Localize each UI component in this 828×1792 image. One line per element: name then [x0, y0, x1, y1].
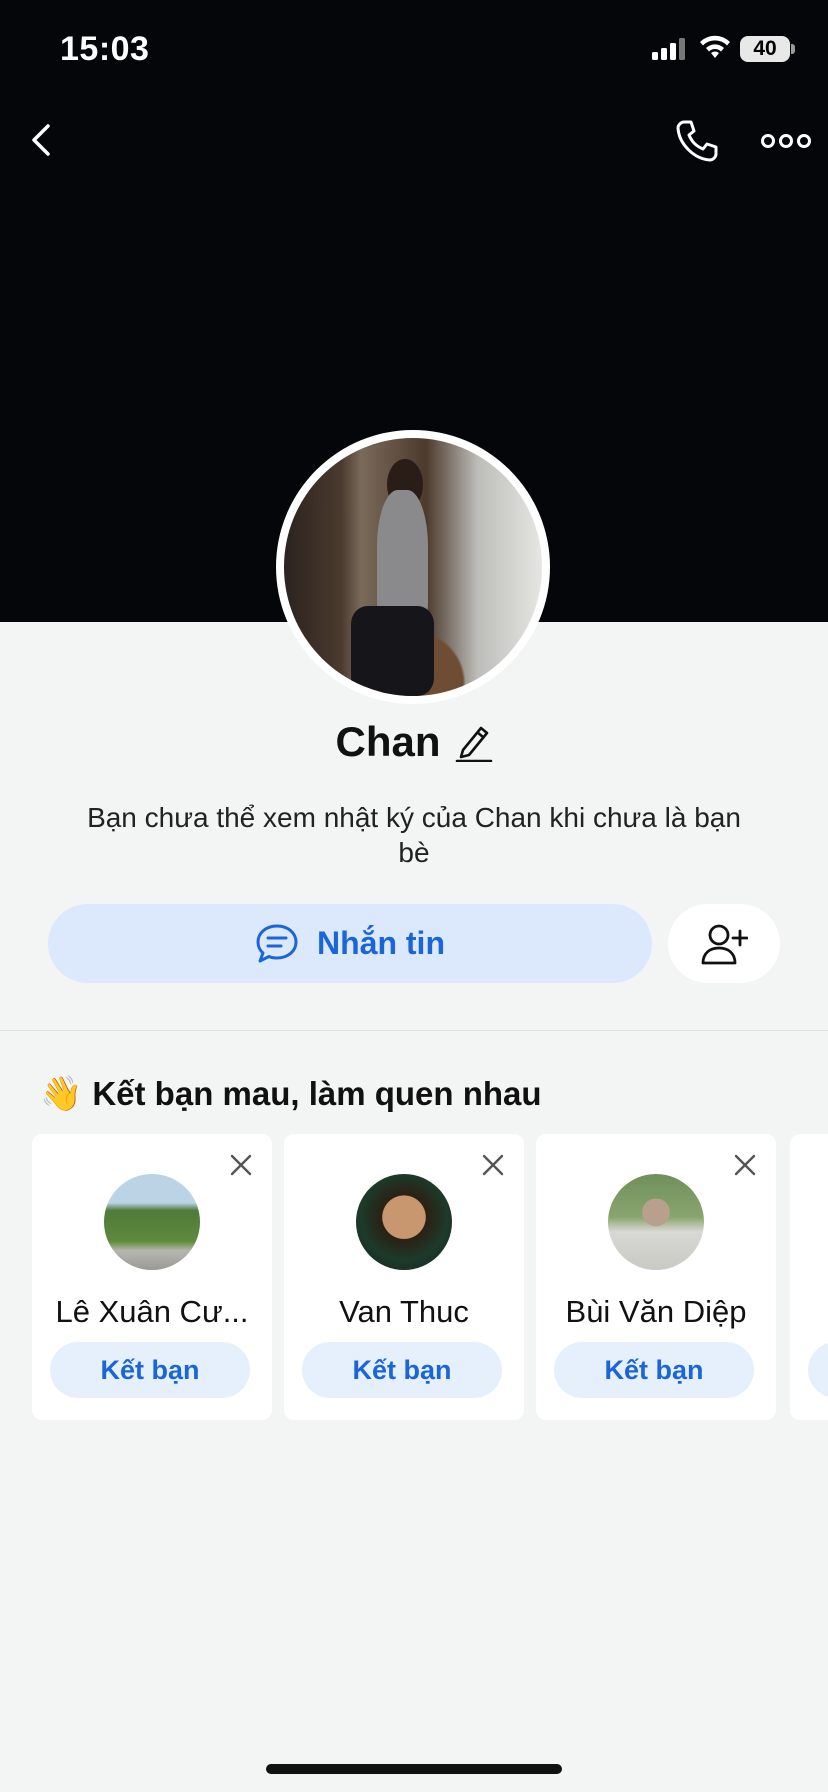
- suggestions-title: 👋 Kết bạn mau, làm quen nhau: [40, 1074, 542, 1114]
- suggestions-title-text: Kết bạn mau, làm quen nhau: [92, 1075, 542, 1112]
- battery-indicator: 40: [740, 36, 790, 62]
- suggestion-name[interactable]: Lê Xuân Cư...: [42, 1294, 262, 1330]
- back-button[interactable]: [22, 116, 62, 164]
- diary-notice: Bạn chưa thể xem nhật ký của Chan khi ch…: [87, 802, 741, 868]
- call-button[interactable]: [672, 116, 722, 166]
- status-bar: 15:03 40: [0, 0, 828, 100]
- suggestion-avatar[interactable]: [104, 1174, 200, 1270]
- status-time: 15:03: [60, 30, 150, 68]
- suggestion-avatar[interactable]: [608, 1174, 704, 1270]
- suggestion-avatar[interactable]: [356, 1174, 452, 1270]
- more-button[interactable]: [760, 126, 812, 156]
- add-friend-card-button-partial[interactable]: [808, 1342, 828, 1398]
- back-icon: [32, 124, 50, 156]
- add-friend-card-button[interactable]: Kết bạn: [50, 1342, 250, 1398]
- phone-icon: [676, 120, 718, 162]
- more-icon: [761, 134, 811, 148]
- home-indicator[interactable]: [266, 1764, 562, 1774]
- add-friend-card-button[interactable]: Kết bạn: [554, 1342, 754, 1398]
- add-friend-icon: [701, 924, 748, 964]
- suggestion-card[interactable]: Van Thuc Kết bạn: [284, 1134, 524, 1420]
- message-button[interactable]: Nhắn tin: [48, 904, 652, 983]
- profile-avatar[interactable]: [276, 430, 550, 704]
- wave-emoji: 👋: [40, 1075, 83, 1113]
- battery-tip: [791, 44, 795, 54]
- suggestion-card-partial[interactable]: [790, 1134, 828, 1420]
- battery-level: 40: [753, 37, 777, 60]
- chat-icon: [256, 924, 298, 962]
- profile-name: Chan: [335, 718, 441, 765]
- message-label: Nhắn tin: [317, 925, 445, 961]
- close-icon[interactable]: [228, 1152, 254, 1178]
- suggestion-name[interactable]: Van Thuc: [294, 1294, 514, 1330]
- close-icon[interactable]: [480, 1152, 506, 1178]
- suggestion-card[interactable]: Lê Xuân Cư... Kết bạn: [32, 1134, 272, 1420]
- edit-icon[interactable]: [455, 722, 493, 762]
- section-divider: [0, 1030, 828, 1031]
- suggestion-name[interactable]: Bùi Văn Diệp: [546, 1294, 766, 1330]
- close-icon[interactable]: [732, 1152, 758, 1178]
- name-row: Chan: [0, 718, 828, 766]
- signal-icon: [652, 38, 685, 60]
- suggestion-card[interactable]: Bùi Văn Diệp Kết bạn: [536, 1134, 776, 1420]
- add-friend-button[interactable]: [668, 904, 780, 983]
- avatar-photo: [284, 438, 542, 696]
- add-friend-card-button[interactable]: Kết bạn: [302, 1342, 502, 1398]
- wifi-icon: [700, 35, 730, 58]
